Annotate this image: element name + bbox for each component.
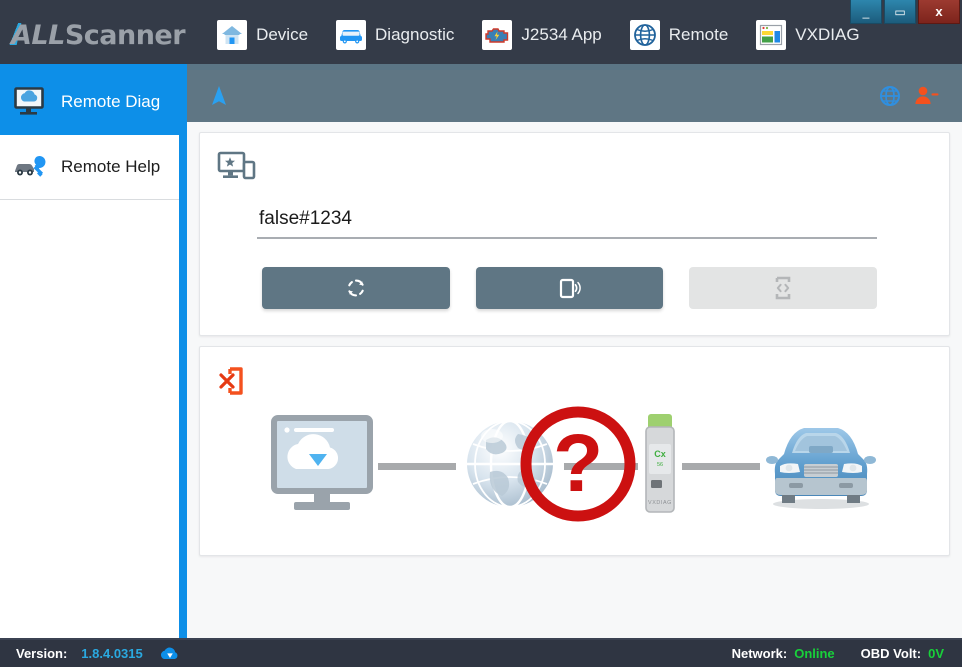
home-icon: [217, 20, 248, 50]
connection-diagram: Cx 56 VXDIAG ?: [200, 404, 949, 533]
network-value: Online: [794, 646, 835, 661]
globe-icon[interactable]: [872, 78, 908, 114]
application-window: ALL Scanner Device Diagnostic J2534 App …: [0, 0, 962, 667]
diagram-link-1: [377, 463, 456, 470]
device-disconnected-icon: [200, 363, 949, 404]
car-icon: [336, 20, 367, 50]
connection-status-panel: Cx 56 VXDIAG ?: [199, 346, 950, 556]
nav-item-remote[interactable]: Remote: [616, 16, 743, 54]
nav-item-device-label: Device: [256, 25, 309, 44]
network-status: Network: Online: [732, 646, 835, 661]
globe-icon: [629, 20, 660, 50]
device-code-icon: [775, 276, 791, 300]
version-label: Version:: [16, 646, 68, 661]
sidebar-item-remote-diag[interactable]: Remote Diag: [0, 70, 186, 135]
engine-icon: [482, 20, 513, 50]
nav-item-j2534-app[interactable]: J2534 App: [468, 16, 615, 54]
svg-text:Cx: Cx: [654, 449, 666, 459]
network-label: Network:: [731, 646, 788, 661]
sidebar-item-remote-diag-label: Remote Diag: [61, 92, 161, 111]
nav-item-device[interactable]: Device: [203, 16, 322, 54]
sidebar: Remote Diag Remote Help: [0, 70, 187, 638]
navigation-arrow-icon[interactable]: [201, 78, 237, 114]
maximize-button[interactable]: ▭: [884, 0, 916, 24]
cloud-download-icon[interactable]: [159, 645, 181, 663]
connection-error-marker: ?: [517, 403, 639, 530]
logo-text-scanner: Scanner: [64, 19, 186, 51]
question-mark-glyph: ?: [552, 418, 602, 509]
device-signal-icon: [559, 278, 581, 299]
svg-text:56: 56: [656, 462, 662, 468]
nav-item-j2534-app-label: J2534 App: [521, 25, 602, 44]
action-button-row: [200, 239, 949, 309]
cloud-monitor-icon: [12, 85, 50, 119]
refresh-icon: [348, 279, 364, 297]
connect-button[interactable]: [475, 267, 664, 309]
window-controls: _ ▭ x: [850, 0, 960, 24]
session-id-input[interactable]: [257, 206, 877, 239]
sidebar-item-remote-help[interactable]: Remote Help: [0, 135, 186, 200]
vxdiag-dongle-illustration: Cx 56 VXDIAG: [638, 410, 682, 523]
obd-value: 0V: [928, 646, 944, 661]
nav-item-remote-label: Remote: [668, 25, 729, 44]
monitor-star-device-icon: [200, 151, 949, 190]
status-bar: Version: 1.8.4.0315 Network: Online OBD …: [0, 638, 962, 667]
remote-session-panel: [199, 132, 950, 336]
car-wrench-icon: [12, 150, 50, 184]
main-navigation-bar: ALL Scanner Device Diagnostic J2534 App …: [0, 0, 962, 70]
refresh-button[interactable]: [262, 267, 450, 309]
user-minus-icon[interactable]: [908, 78, 944, 114]
sidebar-active-rail: [179, 70, 187, 638]
nav-item-vxdiag-label: VXDIAG: [795, 25, 860, 44]
remote-code-button: [689, 267, 878, 309]
content-area: Remote Diag Remote Help false#1234 Cx 56…: [0, 70, 962, 638]
app-logo: ALL Scanner: [7, 19, 186, 51]
obd-voltage-status: OBD Volt: 0V: [861, 646, 944, 661]
cloud-monitor-illustration: [268, 412, 378, 522]
sidebar-item-remote-help-label: Remote Help: [61, 157, 161, 176]
diagram-link-3: [681, 463, 760, 470]
minimize-button[interactable]: _: [850, 0, 882, 24]
main-panel: Cx 56 VXDIAG: [187, 70, 962, 638]
svg-text:VXDIAG: VXDIAG: [648, 500, 672, 506]
car-illustration: [760, 410, 882, 523]
window-app-icon: [756, 20, 787, 50]
sub-toolbar: [187, 70, 962, 122]
nav-item-diagnostic[interactable]: Diagnostic: [322, 16, 468, 54]
obd-label: OBD Volt:: [860, 646, 922, 661]
close-button[interactable]: x: [918, 0, 960, 24]
logo-text-all: ALL: [11, 19, 65, 51]
session-field-row: [200, 206, 949, 239]
nav-item-diagnostic-label: Diagnostic: [375, 25, 455, 44]
version-value: 1.8.4.0315: [81, 646, 143, 661]
